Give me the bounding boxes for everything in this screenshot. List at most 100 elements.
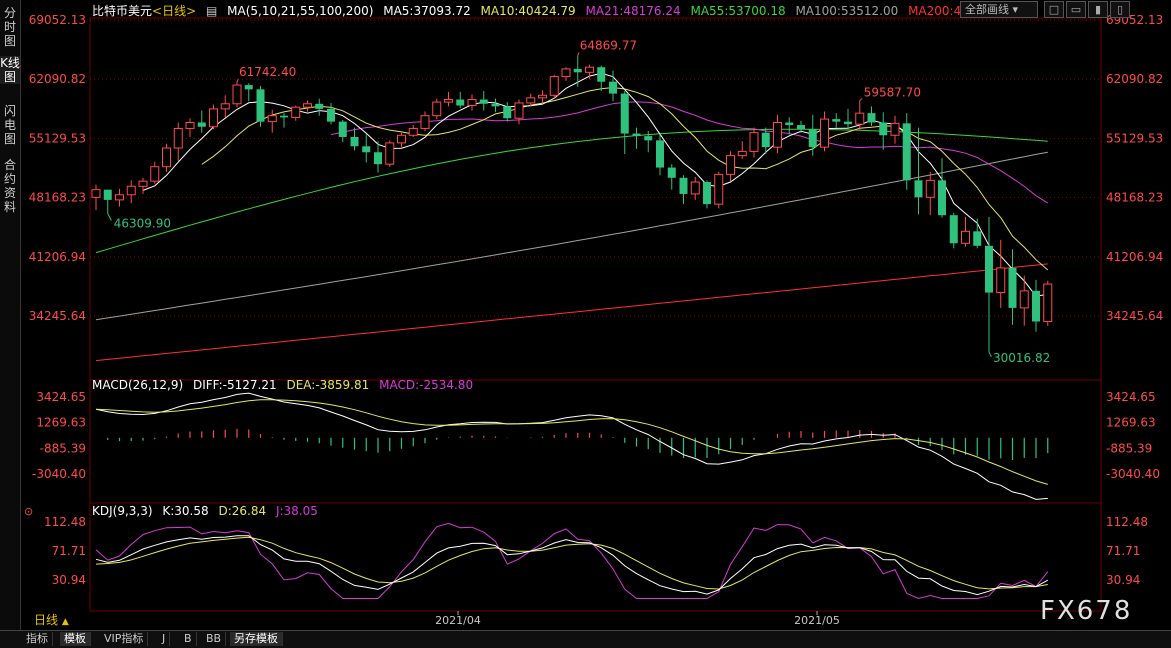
candle-body-up [267,115,277,123]
bottom-tab-indicator[interactable]: 指标 [22,632,53,646]
macd-legend: MACD(26,12,9) DIFF:-5127.21 DEA:-3859.81… [92,378,479,392]
bottom-tab-save-template[interactable]: 另存模板 [230,632,283,646]
bottom-tab-vip-indicator[interactable]: VIP指标 [100,632,149,646]
candle-body-up [385,142,395,165]
candle-body-up [444,99,453,103]
chart-canvas[interactable]: 69052.13 69052.1362090.82 62090.8255129.53… [0,0,1171,647]
kdj-title: KDJ(9,3,3) [92,504,153,518]
macd-axis-label-left: 3424.65 [36,390,86,404]
candle-body-down [914,180,923,198]
price-axis-label-left: 69052.13 [29,13,86,27]
candle-body-up [232,84,242,105]
candle-body-up [1019,290,1029,309]
candle-body-up [961,230,970,244]
candle-body-up [585,66,594,73]
price-axis-label-right: 48168.23 [1106,191,1163,205]
indicator-settings-icon[interactable]: ⊙ [24,505,33,518]
candle-body-up [303,103,312,108]
candle-body-up [1043,283,1053,322]
mini-button-3[interactable]: ▮ [1088,1,1108,18]
bottom-tab-template[interactable]: 模板 [60,632,91,646]
candle-body-down [315,103,324,109]
candle-body-up [855,112,865,125]
candle-body-up [291,106,301,118]
kdj-axis-label-right: 30.94 [1106,573,1140,587]
candle-body-down [350,136,359,147]
candle-body-down [1032,290,1040,322]
candle-body-up [126,185,136,196]
candle-body-down [879,122,888,136]
candle-body-up [714,173,724,205]
macd-title: MACD(26,12,9) [92,378,184,392]
kdj-axis-label-right: 112.48 [1106,515,1148,529]
price-axis-label-left: 55129.53 [29,131,86,145]
macd-axis-label-left: -885.39 [40,441,86,455]
candle-body-up [432,101,442,117]
candle-body-up [773,121,782,148]
mini-button-1[interactable]: □ [1044,1,1064,18]
candle-body-down [867,113,876,123]
price-axis-label-left: 62090.82 [29,72,86,86]
candle-body-down [362,146,371,153]
price-axis-label-left: 48168.23 [29,191,86,205]
candle-body-down [597,67,606,82]
ma100-value: MA100:53512.00 [795,4,899,18]
candle-body-up [996,267,1006,294]
price-axis-label-right: 55129.53 [1106,131,1163,145]
kdj-axis-label-left: 112.48 [44,515,86,529]
candle-body-up [162,147,171,168]
macd-dea: DEA:-3859.81 [286,378,370,392]
bottom-tab-b[interactable]: B [180,632,197,646]
macd-axis-label-right: 3424.65 [1106,390,1156,404]
price-axis-label-right: 41206.94 [1106,250,1163,264]
candle-body-up [467,99,477,106]
macd-diff-line [95,392,1048,500]
price-axis-label-left: 34245.64 [29,309,86,323]
candle-body-down [620,93,629,134]
bottom-tab-j[interactable]: J [158,632,171,646]
candle-body-down [632,133,641,137]
candle-body-down [844,121,852,125]
kdj-legend: KDJ(9,3,3) K:30.58 D:26.84 J:38.05 [92,504,324,518]
mini-button-4[interactable]: ▯ [1110,1,1130,18]
candle-body-down [985,245,993,293]
candle-body-down [573,68,582,73]
bottom-tab-bb[interactable]: BB [202,632,227,646]
candle-body-down [703,182,711,205]
annotation-high-2: 64869.77 [580,39,637,53]
candle-body-down [644,136,653,141]
ma200-line [95,263,1048,362]
kdj-k: K:30.58 [162,504,209,518]
candle-body-down [103,189,112,200]
candle-body-up [890,122,900,136]
chevron-down-icon: ▾ [1012,3,1019,16]
period-name: <日线> [152,4,197,18]
period-selector[interactable]: 日线 ▲ [22,613,98,628]
mini-button-2[interactable]: ▭ [1066,1,1086,18]
ma21-value: MA21:48176.24 [585,4,681,18]
watermark-logo: FX678 [1040,596,1133,626]
macd-value: MACD:-2534.80 [379,378,474,392]
candle-body-down [197,122,206,127]
date-axis-label: 2021/05 [794,614,840,627]
annotation-high-2-pointer [577,52,580,56]
candle-body-down [338,121,347,137]
ma-params: MA(5,10,21,55,100,200) [227,4,374,18]
annotation-high-3: 59587.70 [864,85,921,99]
annotation-low-1-pointer [107,213,112,221]
candle-body-up [91,189,101,198]
period-selector-label: 日线 [34,613,59,627]
candle-body-down [938,180,946,216]
candle-body-down [374,152,382,165]
candle-body-up [690,181,700,195]
ma55-value: MA55:53700.18 [690,4,786,18]
candle-body-down [456,99,465,106]
candle-body-up [173,127,183,149]
candle-body-up [737,150,747,157]
candle-body-up [150,166,160,182]
candle-body-down [503,106,512,119]
candle-body-down [609,81,617,94]
candle-body-down [479,99,488,104]
draw-line-selector[interactable]: 全部画线 ▾ [960,1,1038,18]
kdj-axis-label-right: 71.71 [1106,544,1140,558]
